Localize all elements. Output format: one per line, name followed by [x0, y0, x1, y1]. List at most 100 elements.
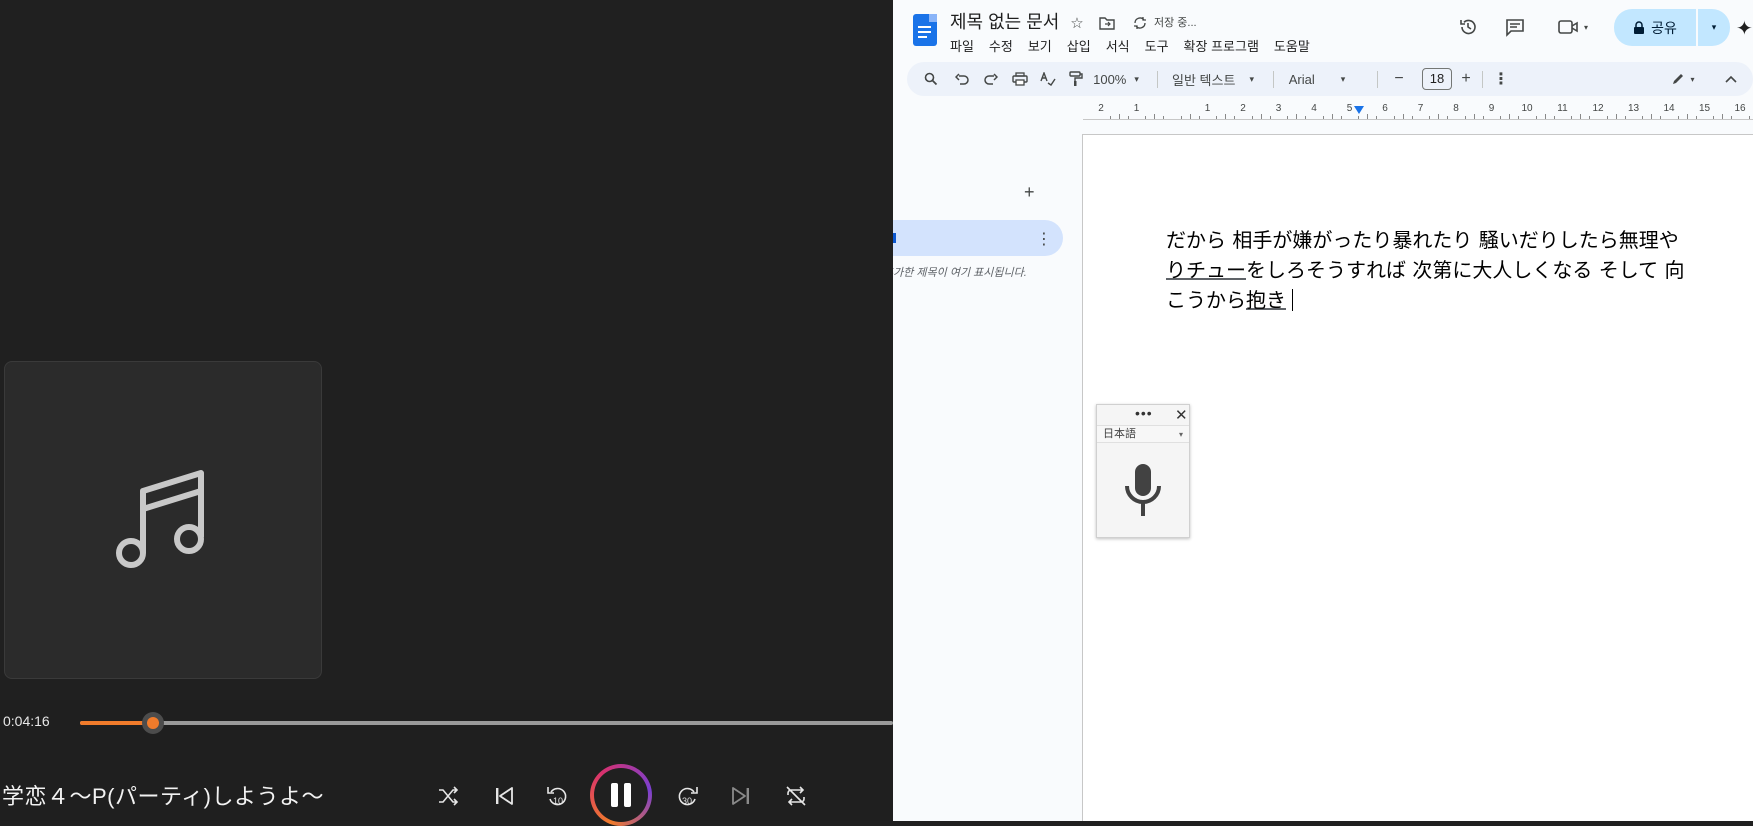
- ruler-tick: [1269, 116, 1271, 119]
- ruler-tick: [1216, 116, 1218, 119]
- voice-typing-widget: ••• ✕ 日本語 ▾: [1096, 404, 1190, 538]
- ruler-tick: [1118, 114, 1120, 119]
- body-text: 抱き: [1246, 288, 1286, 312]
- version-history-button[interactable]: [1451, 12, 1485, 42]
- previous-button[interactable]: [485, 777, 523, 815]
- ruler-number: 10: [1521, 103, 1533, 114]
- increase-font-size-button[interactable]: +: [1458, 67, 1474, 91]
- close-icon[interactable]: ✕: [1175, 406, 1188, 424]
- ruler-tick: [1748, 116, 1750, 119]
- ruler-number: 16: [1734, 103, 1746, 114]
- document-body[interactable]: だから 相手が嫌がったり暴れたり 騒いだりしたら無理や りチューをしろそうすれば…: [1166, 225, 1726, 315]
- google-docs-window: 제목 없는 문서 ☆ 저장 중... 파일 수정 보기 삽입 서식 도구 확장 …: [893, 0, 1753, 821]
- ruler-tick: [1509, 114, 1511, 119]
- document-title[interactable]: 제목 없는 문서: [950, 8, 1059, 34]
- menu-help[interactable]: 도움말: [1274, 36, 1318, 55]
- meet-button[interactable]: ▾: [1551, 12, 1595, 42]
- redo-icon: [984, 73, 998, 85]
- forward-30-button[interactable]: 30: [668, 777, 706, 815]
- print-button[interactable]: [1009, 67, 1031, 91]
- ruler-tick: [1571, 116, 1573, 119]
- menu-file[interactable]: 파일: [950, 36, 982, 55]
- ruler-tick: [1677, 116, 1679, 119]
- star-icon[interactable]: ☆: [1066, 12, 1088, 34]
- syncing-icon: [1129, 12, 1151, 34]
- font-size-input[interactable]: 18: [1422, 68, 1452, 90]
- ruler-tick: [1580, 114, 1582, 119]
- redo-button[interactable]: [980, 67, 1002, 91]
- spellcheck-button[interactable]: [1037, 67, 1059, 91]
- ruler-tick: [1145, 116, 1147, 119]
- docs-logo-icon[interactable]: [913, 14, 937, 46]
- seek-bar[interactable]: [80, 712, 893, 734]
- ruler-number: 11: [1557, 103, 1568, 114]
- paint-format-button[interactable]: [1065, 67, 1087, 91]
- video-call-icon: [1558, 20, 1578, 34]
- ruler-number: 1: [1204, 103, 1211, 114]
- ruler-tick: [1340, 116, 1342, 119]
- menu-edit[interactable]: 수정: [989, 36, 1021, 55]
- microphone-button[interactable]: [1122, 462, 1164, 525]
- body-line-1: だから 相手が嫌がったり暴れたり 騒いだりしたら無理や: [1166, 228, 1679, 252]
- font-select[interactable]: Arial ▾: [1277, 67, 1357, 91]
- ruler-tick: [1473, 114, 1475, 119]
- ruler-tick: [1553, 116, 1555, 119]
- ruler-tick: [1695, 116, 1697, 119]
- text-cursor: [1292, 289, 1293, 311]
- forward-seconds-label: 30: [682, 796, 692, 806]
- comment-icon: [1506, 19, 1524, 37]
- collapse-menus-button[interactable]: [1722, 67, 1740, 91]
- chevron-down-icon: ▾: [1178, 430, 1183, 439]
- forward-30-icon: 30: [678, 787, 698, 806]
- rewind-10-button[interactable]: 10: [539, 777, 577, 815]
- menu-view[interactable]: 보기: [1028, 36, 1060, 55]
- lock-icon: [1634, 20, 1645, 34]
- rewind-seconds-label: 10: [553, 796, 563, 806]
- music-note-icon: [116, 470, 204, 568]
- indent-marker[interactable]: [1354, 106, 1364, 114]
- undo-button[interactable]: [951, 67, 973, 91]
- menu-tools[interactable]: 도구: [1145, 36, 1177, 55]
- shuffle-button[interactable]: [429, 777, 467, 815]
- ruler-tick: [1127, 116, 1129, 119]
- ruler-tick: [1544, 114, 1546, 119]
- pencil-icon: [1673, 74, 1684, 84]
- move-folder-icon[interactable]: [1096, 12, 1118, 34]
- repeat-button[interactable]: [777, 777, 815, 815]
- ruler-tick: [1322, 116, 1324, 119]
- menu-insert[interactable]: 삽입: [1067, 36, 1099, 55]
- editing-mode-button[interactable]: ▾: [1665, 67, 1701, 91]
- gemini-icon[interactable]: ✦: [1736, 16, 1753, 41]
- ruler-tick: [1731, 116, 1733, 119]
- more-options-icon[interactable]: ⋮: [1493, 67, 1509, 91]
- ruler-number: 4: [1311, 103, 1317, 114]
- ruler-tick: [1225, 114, 1227, 119]
- chevron-down-icon: ▾: [1340, 73, 1346, 84]
- body-text: をしろそうすれば 次第に大人しくなる そして 向: [1246, 258, 1685, 282]
- ruler-number: 12: [1592, 103, 1604, 114]
- body-text: りチュー: [1166, 258, 1246, 282]
- ruler-tick: [1367, 114, 1369, 119]
- zoom-select[interactable]: 100% ▾: [1090, 67, 1142, 91]
- decrease-font-size-button[interactable]: −: [1391, 67, 1407, 91]
- share-dropdown-button[interactable]: ▾: [1698, 9, 1730, 46]
- ruler-tick: [1429, 116, 1431, 119]
- search-menus-button[interactable]: [919, 67, 943, 91]
- ruler-tick: [1589, 116, 1591, 119]
- seek-thumb[interactable]: [142, 712, 165, 734]
- formatting-toolbar: 100% ▾ 일반 텍스트 ▾ Arial ▾ − 18 + ⋮ ▾: [907, 62, 1753, 96]
- play-pause-button[interactable]: [590, 764, 652, 826]
- menu-format[interactable]: 서식: [1106, 36, 1138, 55]
- share-button[interactable]: 공유: [1614, 9, 1696, 46]
- more-options-icon[interactable]: ⋮: [1036, 229, 1052, 249]
- style-select[interactable]: 일반 텍스트 ▾: [1164, 67, 1262, 91]
- menu-extensions[interactable]: 확장 프로그램: [1184, 36, 1267, 55]
- next-button[interactable]: [722, 777, 760, 815]
- voice-language-select[interactable]: 日本語 ▾: [1097, 425, 1189, 443]
- more-horizontal-icon[interactable]: •••: [1135, 405, 1153, 421]
- add-tab-button[interactable]: +: [1024, 182, 1035, 203]
- chevron-up-icon: [1725, 75, 1737, 83]
- comments-button[interactable]: [1498, 12, 1532, 42]
- horizontal-ruler[interactable]: 2 1 1 2 3 4 5 6 7 8 9 10 11 12 13 14 15 16: [1083, 102, 1753, 120]
- microphone-icon: [1125, 464, 1161, 516]
